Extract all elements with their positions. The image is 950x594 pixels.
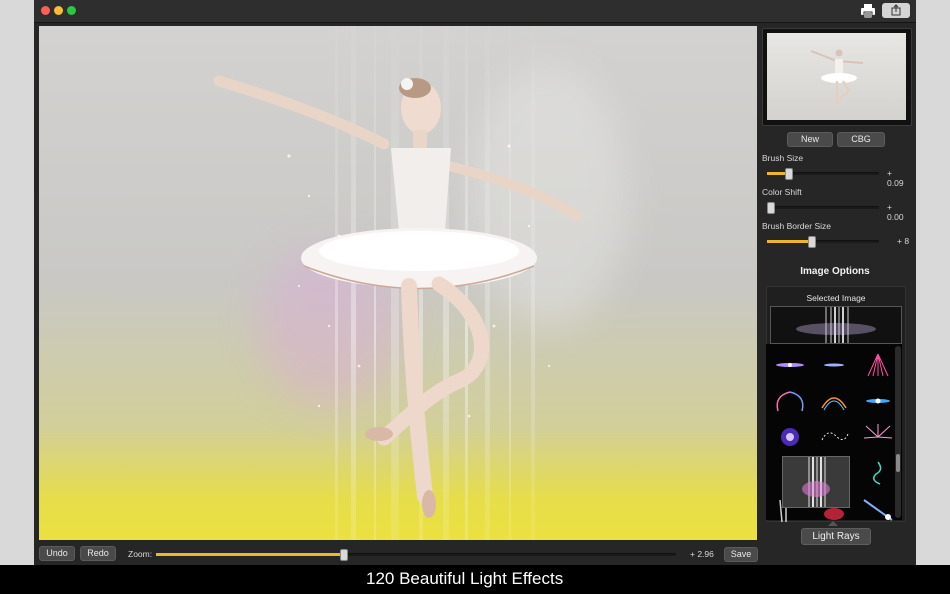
image-canvas[interactable] (39, 26, 757, 540)
sidebar: New CBG Brush Size + 0.09 Color Shift + … (760, 26, 912, 565)
brush-size-label: Brush Size (762, 153, 804, 163)
effect-thumbnail[interactable] (858, 494, 898, 524)
redo-button[interactable]: Redo (80, 546, 116, 561)
light-rays-icon (771, 307, 901, 343)
zoom-slider-fill (156, 553, 344, 556)
zoom-label: Zoom: (128, 549, 153, 559)
bottom-bar: Undo Redo Zoom: + 2.96 Save (34, 542, 759, 565)
effect-thumbnail[interactable] (814, 350, 854, 380)
effect-thumbnail[interactable] (814, 386, 854, 416)
effect-thumbnail[interactable] (770, 422, 810, 452)
preview-image (767, 33, 906, 120)
category-selector[interactable]: Light Rays (801, 528, 871, 545)
ballerina-photo (213, 75, 582, 518)
print-button[interactable] (860, 3, 876, 19)
app-window: Undo Redo Zoom: + 2.96 Save New CBG Brus… (34, 0, 916, 565)
effect-thumbnail[interactable] (770, 350, 810, 380)
share-icon (891, 4, 901, 16)
color-shift-slider[interactable] (767, 202, 879, 214)
minimize-window-button[interactable] (54, 6, 63, 15)
zoom-slider[interactable] (156, 549, 676, 561)
effects-scrollbar-thumb[interactable] (896, 454, 900, 472)
undo-button[interactable]: Undo (39, 546, 75, 561)
selected-effect-preview (770, 306, 902, 344)
effect-thumbnail[interactable] (814, 422, 854, 452)
brush-size-value: + 0.09 (887, 168, 904, 188)
effects-scrollbar[interactable] (895, 346, 901, 518)
zoom-window-button[interactable] (67, 6, 76, 15)
image-options-title: Image Options (800, 266, 870, 277)
new-button[interactable]: New (787, 132, 833, 147)
brush-border-size-label: Brush Border Size (762, 221, 831, 231)
share-button[interactable] (882, 3, 910, 18)
effect-thumbnail[interactable] (858, 422, 898, 452)
color-shift-label: Color Shift (762, 187, 802, 197)
brush-size-slider-knob[interactable] (785, 168, 793, 180)
category-pointer (828, 521, 838, 526)
promo-caption: 120 Beautiful Light Effects (0, 565, 950, 594)
brush-border-size-slider-knob[interactable] (808, 236, 816, 248)
brush-size-slider[interactable] (767, 168, 879, 180)
close-window-button[interactable] (41, 6, 50, 15)
effects-grid[interactable] (766, 344, 902, 523)
cbg-button[interactable]: CBG (837, 132, 885, 147)
hovered-effect-thumbnail[interactable] (782, 456, 850, 508)
brush-border-size-value: + 8 (897, 236, 910, 246)
zoom-value: + 2.96 (690, 549, 714, 559)
effect-thumbnail[interactable] (858, 386, 898, 416)
brush-border-size-slider[interactable] (767, 236, 879, 248)
preview-thumbnail[interactable] (762, 28, 912, 126)
printer-icon (861, 4, 875, 19)
selected-image-label: Selected Image (806, 293, 866, 303)
brush-border-size-slider-fill (767, 240, 811, 243)
effect-thumbnail[interactable] (770, 386, 810, 416)
color-shift-slider-knob[interactable] (767, 202, 775, 214)
zoom-slider-knob[interactable] (340, 549, 348, 561)
promo-caption-text: 120 Beautiful Light Effects (366, 569, 564, 588)
color-shift-value: + 0.00 (887, 202, 904, 222)
save-button[interactable]: Save (724, 547, 758, 562)
title-bar (34, 0, 916, 23)
effect-thumbnail[interactable] (858, 350, 898, 380)
effect-thumbnail[interactable] (858, 458, 898, 488)
ballerina-thumbnail (810, 49, 864, 107)
